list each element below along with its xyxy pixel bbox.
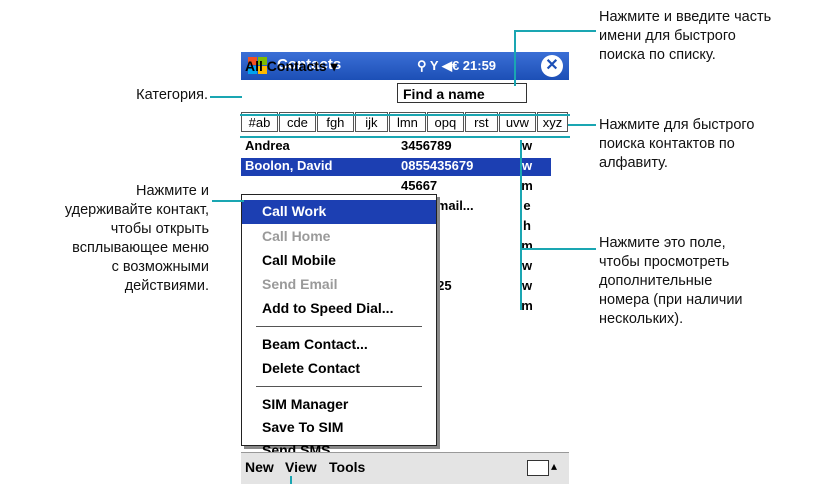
menu-call-mobile[interactable]: Call Mobile [262,252,336,268]
menu-call-work-label: Call Work [262,203,327,219]
caption-line: действиями. [124,278,209,294]
caption-line: нескольких). [599,311,684,327]
caption-press-hold: Нажмите и удерживайте контакт, чтобы откры… [0,182,209,296]
menu-send-email: Send Email [262,276,338,292]
keyboard-icon[interactable] [527,460,549,476]
status-indicators[interactable]: ⚲ Y ◀€ 21:59 [417,58,496,74]
caption-line: алфавиту. [599,155,668,171]
callout-line-type-v [520,140,522,310]
callout-line-menubar [290,476,292,484]
menu-separator [256,326,422,327]
alpha-highlight-bottom [240,136,570,138]
menu-separator [256,386,422,387]
caption-line: Нажмите и [136,183,209,199]
caption-line: поиска контактов по [599,136,735,152]
caption-line: чтобы просмотреть [599,254,730,270]
caption-line: с возможными [111,259,209,275]
contact-row[interactable]: Andrea 3456789 w [241,138,551,156]
menu-tools[interactable]: Tools [329,459,365,475]
callout-line-find-h [514,30,596,32]
caption-line: всплывающее меню [72,240,209,256]
contact-phone: 3456789 [401,138,452,153]
caption-more-numbers: Нажмите это поле, чтобы просмотреть дополн… [599,234,831,329]
menu-new[interactable]: New [245,459,274,475]
menu-add-speed-dial[interactable]: Add to Speed Dial... [262,300,393,316]
menu-call-home: Call Home [262,228,331,244]
contact-row[interactable]: Boolon, David 0855435679 w [241,158,551,176]
callout-line-category [210,96,242,98]
contact-phone: 0855435679 [401,158,474,173]
caption-line: дополнительные [599,273,713,289]
caption-line: Нажмите это поле, [599,235,726,251]
caption-find: Нажмите и введите часть имени для быстрог… [599,8,831,65]
input-arrow-icon[interactable]: ▴ [551,459,557,473]
caption-line: Нажмите и введите часть [599,9,772,25]
context-menu: Call Work Call Home Call Mobile Send Ema… [241,194,437,458]
contact-name: Boolon, David [245,158,333,173]
caption-line: поиска по списку. [599,47,716,63]
menu-call-work[interactable]: Call Work [242,200,436,224]
callout-line-type-h [520,248,596,250]
contact-name: Andrea [245,138,290,153]
contact-phone: 45667 [401,178,438,193]
callout-line-press-hold [212,200,244,202]
alpha-highlight-top [240,114,570,116]
menu-beam-contact[interactable]: Beam Contact... [262,336,368,352]
close-icon[interactable]: ✕ [541,55,563,77]
menu-sim-manager[interactable]: SIM Manager [262,396,348,412]
menu-delete-contact[interactable]: Delete Contact [262,360,360,376]
caption-line: удерживайте контакт, [64,202,209,218]
caption-line: Нажмите для быстрого [599,117,755,133]
find-name-input[interactable]: Find a name [397,83,527,103]
callout-line-alpha [568,124,596,126]
category-dropdown[interactable]: All Contacts ▾ [245,58,338,75]
caption-alpha: Нажмите для быстрого поиска контактов по а… [599,116,831,173]
caption-line: чтобы открыть [110,221,209,237]
menu-save-to-sim[interactable]: Save To SIM [262,419,343,435]
menu-view[interactable]: View [285,459,317,475]
caption-line: имени для быстрого [599,28,736,44]
callout-line-find-v [514,30,516,86]
caption-category: Категория. [136,87,208,103]
caption-line: номера (при наличии [599,292,743,308]
